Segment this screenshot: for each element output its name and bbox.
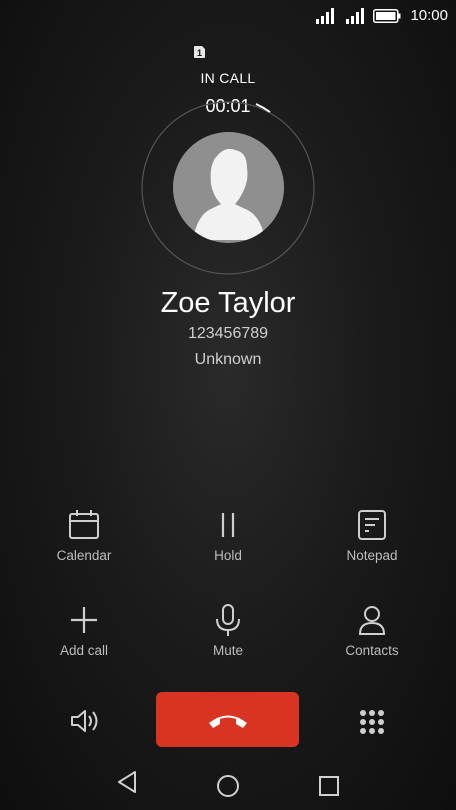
end-call-button[interactable] [156, 692, 299, 747]
clock: 10:00 [410, 7, 448, 24]
microphone-icon [216, 604, 240, 636]
recents-icon[interactable] [318, 775, 340, 797]
dialpad-icon[interactable] [359, 709, 385, 735]
add-call-label: Add call [59, 643, 109, 658]
contact-name: Zoe Taylor [160, 287, 296, 319]
signal-icon [346, 8, 364, 24]
sim-label: 1 [197, 48, 202, 58]
back-icon[interactable] [115, 770, 139, 794]
battery-icon [373, 9, 401, 23]
notepad-label: Notepad [346, 548, 398, 563]
notepad-icon [358, 510, 386, 540]
hold-label: Hold [214, 548, 242, 563]
person-silhouette-icon [173, 132, 284, 243]
contact-number: 123456789 [187, 325, 269, 342]
avatar [173, 132, 284, 243]
mute-label: Mute [212, 643, 243, 658]
signal-icon [316, 8, 334, 24]
speaker-icon[interactable] [70, 707, 100, 735]
status-bar: 10:00 [0, 0, 456, 32]
contact-location: Unknown [194, 351, 262, 368]
home-icon[interactable] [216, 774, 240, 798]
end-call-icon [208, 715, 247, 728]
calendar-label: Calendar [56, 548, 112, 563]
calendar-icon [69, 510, 99, 539]
sim-card-icon: 1 [194, 46, 205, 58]
hold-button[interactable]: Hold [158, 508, 298, 588]
mute-button[interactable]: Mute [158, 603, 298, 683]
person-icon [358, 606, 386, 635]
plus-icon [71, 607, 97, 633]
pause-icon [221, 513, 235, 537]
contacts-button[interactable]: Contacts [302, 603, 442, 683]
add-call-button[interactable]: Add call [14, 603, 154, 683]
call-state-label: IN CALL [200, 70, 256, 86]
calendar-button[interactable]: Calendar [14, 508, 154, 588]
contacts-label: Contacts [345, 643, 399, 658]
notepad-button[interactable]: Notepad [302, 508, 442, 588]
